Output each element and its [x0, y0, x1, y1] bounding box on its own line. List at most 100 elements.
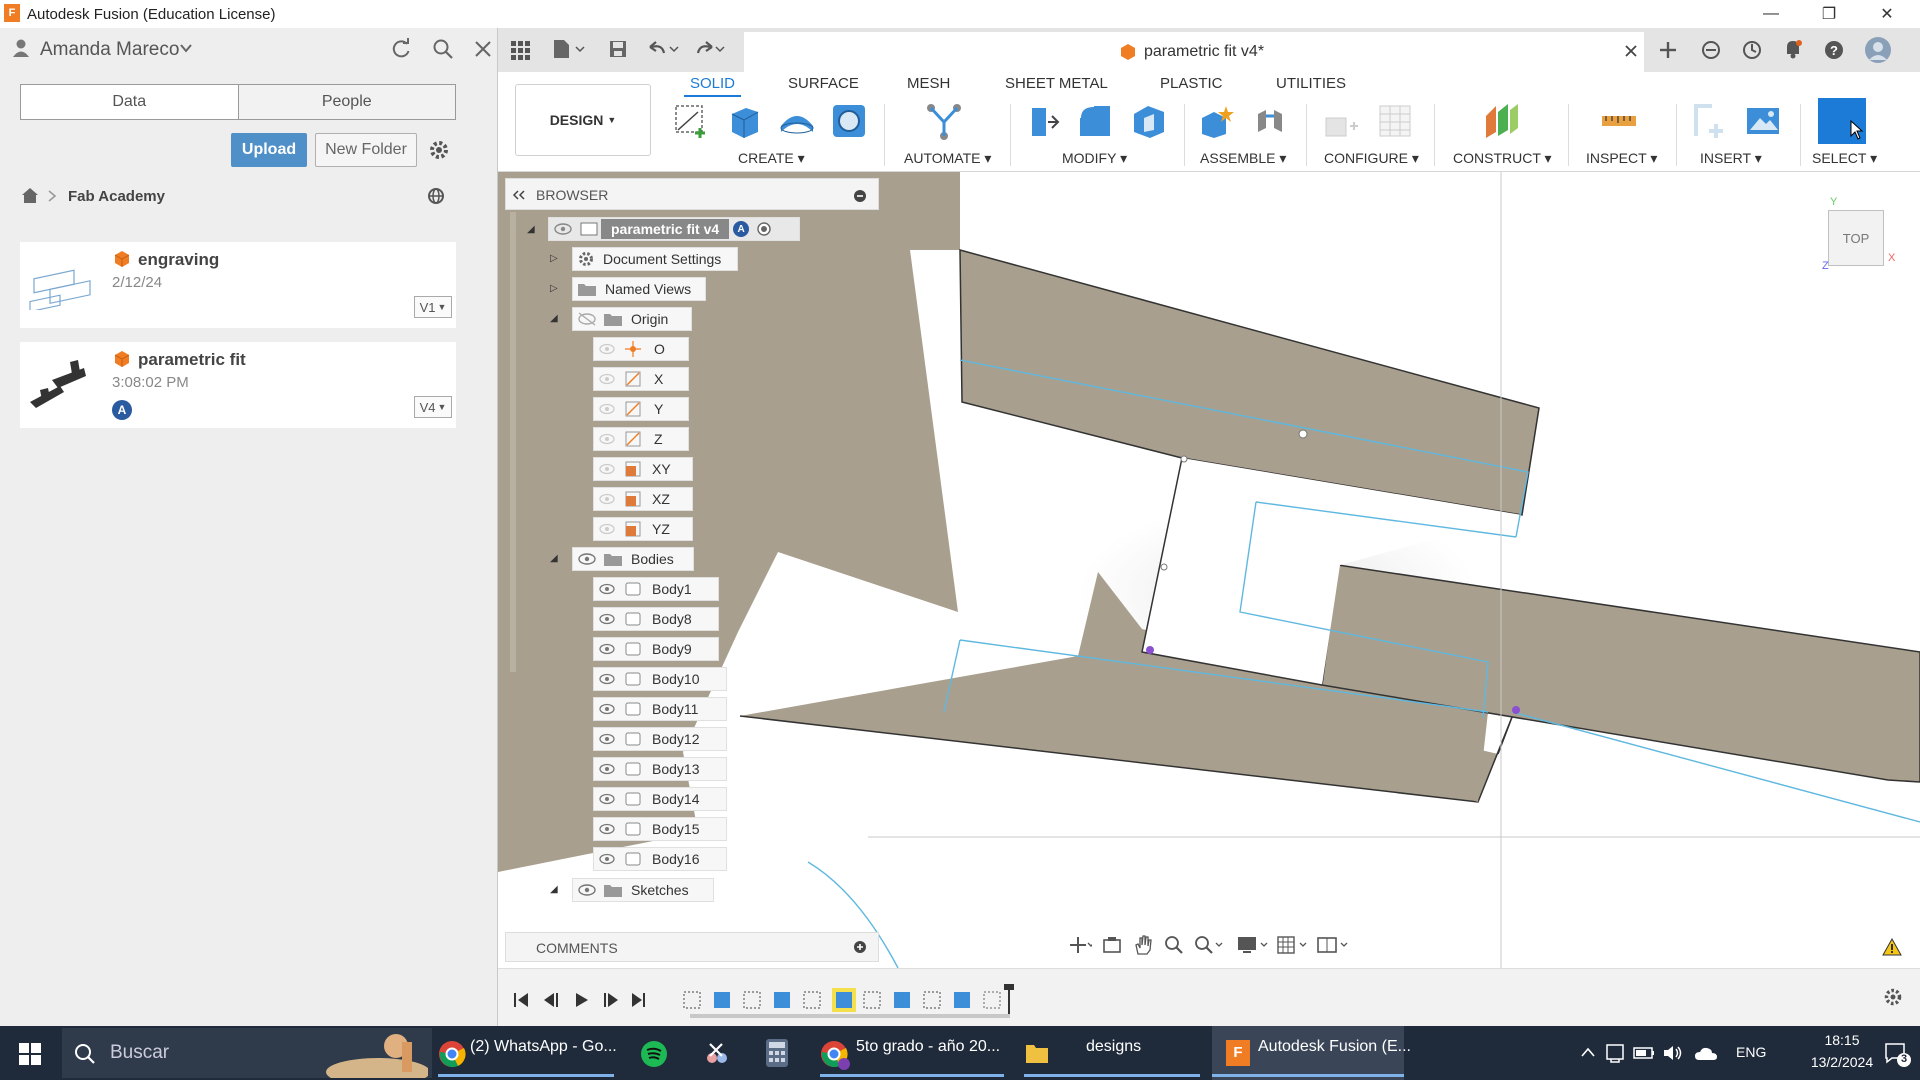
expand-icon[interactable]: ▷ — [550, 253, 558, 264]
automate-icon[interactable] — [925, 102, 963, 140]
clock-time[interactable]: 18:15 — [1810, 1032, 1874, 1048]
measure-icon[interactable] — [1600, 102, 1638, 140]
minimize-panel-icon[interactable] — [853, 189, 867, 203]
eye-icon[interactable] — [598, 433, 616, 445]
sketches-folder-node[interactable]: Sketches — [572, 878, 714, 902]
insert-derive-icon[interactable] — [1692, 102, 1730, 140]
tab-solid[interactable]: SOLID — [683, 75, 742, 97]
press-pull-icon[interactable] — [1022, 102, 1060, 140]
onedrive-cloud-icon[interactable] — [1694, 1044, 1718, 1062]
body-item[interactable]: Body13 — [593, 757, 727, 781]
origin-item[interactable]: XY — [593, 457, 693, 481]
body-main[interactable] — [498, 172, 960, 872]
home-icon[interactable] — [20, 186, 40, 204]
taskbar-item-designs[interactable]: designs — [1086, 1038, 1141, 1056]
pan-hand-icon[interactable] — [1132, 934, 1154, 956]
joint-icon[interactable] — [1252, 102, 1290, 140]
restore-icon[interactable]: ❐ — [1800, 0, 1858, 28]
collapse-icon[interactable]: ◢ — [550, 313, 558, 324]
configure-icon[interactable] — [1322, 102, 1360, 140]
origin-item[interactable]: X — [593, 367, 689, 391]
tab-mesh[interactable]: MESH — [907, 75, 950, 92]
spotify-icon[interactable] — [640, 1040, 668, 1068]
eye-icon[interactable] — [598, 733, 616, 745]
snipping-tool-icon[interactable] — [702, 1040, 730, 1068]
new-component-icon[interactable] — [1198, 102, 1236, 140]
eye-hidden-icon[interactable] — [577, 312, 597, 326]
undo-icon[interactable] — [648, 39, 682, 59]
eye-icon[interactable] — [598, 583, 616, 595]
expand-icon[interactable]: ◢ — [527, 224, 535, 235]
group-assemble[interactable]: ASSEMBLE ▾ — [1200, 150, 1286, 167]
notifications-bell-icon[interactable] — [1782, 38, 1804, 60]
minimize-icon[interactable]: — — [1742, 0, 1800, 28]
search-icon[interactable] — [432, 38, 454, 60]
upload-button[interactable]: Upload — [231, 133, 307, 167]
collapse-left-icon[interactable] — [512, 190, 526, 200]
origin-item[interactable]: Z — [593, 427, 689, 451]
workspace-selector[interactable]: DESIGN ▼ — [515, 84, 651, 156]
breadcrumb[interactable]: Fab Academy — [68, 188, 165, 205]
expand-icon[interactable]: ▷ — [550, 283, 558, 294]
eye-icon[interactable] — [598, 463, 616, 475]
body-item[interactable]: Body16 — [593, 847, 727, 871]
windows-start-icon[interactable] — [18, 1042, 42, 1066]
profile-avatar-icon[interactable] — [1864, 36, 1892, 64]
eye-icon[interactable] — [598, 793, 616, 805]
body-item[interactable]: Body9 — [593, 637, 719, 661]
timeline-settings-gear-icon[interactable] — [1882, 986, 1904, 1008]
eye-icon[interactable] — [598, 763, 616, 775]
orbit-icon[interactable] — [1068, 935, 1092, 955]
collapse-icon[interactable]: ◢ — [550, 884, 558, 895]
tab-people[interactable]: People — [237, 85, 455, 119]
eye-icon[interactable] — [577, 883, 597, 897]
browser-root-node[interactable]: parametric fit v4 A — [548, 217, 800, 241]
body-item[interactable]: Body8 — [593, 607, 719, 631]
extrude-icon[interactable] — [726, 102, 764, 140]
redo-icon[interactable] — [694, 39, 728, 59]
origin-item[interactable]: Y — [593, 397, 689, 421]
taskbar-item-fusion[interactable]: Autodesk Fusion (E... — [1258, 1038, 1411, 1056]
globe-settings-icon[interactable] — [426, 186, 448, 208]
eye-icon[interactable] — [598, 613, 616, 625]
display-settings-icon[interactable] — [1236, 935, 1272, 955]
offset-plane-icon[interactable] — [1482, 102, 1520, 140]
close-window-icon[interactable]: ✕ — [1858, 0, 1916, 28]
group-modify[interactable]: MODIFY ▾ — [1062, 150, 1127, 167]
timeline-features[interactable] — [680, 982, 1020, 1022]
gear-icon[interactable] — [427, 138, 451, 162]
sketch-point[interactable] — [1180, 455, 1188, 463]
group-select[interactable]: SELECT ▾ — [1812, 150, 1877, 167]
grid-apps-icon[interactable] — [510, 40, 530, 60]
shell-icon[interactable] — [1130, 102, 1168, 140]
sketch-point-selected[interactable] — [1146, 646, 1154, 654]
origin-node[interactable]: Origin — [572, 307, 692, 331]
group-create[interactable]: CREATE ▾ — [738, 150, 805, 167]
revolve-icon[interactable] — [778, 102, 816, 140]
zoom-icon[interactable] — [1164, 935, 1184, 955]
file-menu-icon[interactable] — [552, 38, 586, 60]
body-item[interactable]: Body10 — [593, 667, 727, 691]
body-item[interactable]: Body11 — [593, 697, 727, 721]
close-panel-icon[interactable] — [474, 40, 492, 58]
bodies-folder-node[interactable]: Bodies — [572, 547, 694, 571]
warning-icon[interactable] — [1882, 938, 1902, 956]
job-status-icon[interactable] — [1741, 39, 1763, 61]
close-tab-icon[interactable] — [1624, 44, 1638, 58]
taskbar-item-5to-grado[interactable]: 5to grado - año 20... — [856, 1038, 1000, 1056]
language-indicator[interactable]: ENG — [1736, 1044, 1766, 1060]
eye-icon[interactable] — [553, 222, 573, 236]
network-ethernet-icon[interactable] — [1604, 1042, 1626, 1064]
eye-icon[interactable] — [598, 403, 616, 415]
body-item[interactable]: Body15 — [593, 817, 727, 841]
eye-icon[interactable] — [577, 552, 597, 566]
viewports-icon[interactable] — [1316, 935, 1352, 955]
save-icon[interactable] — [608, 39, 628, 59]
named-views-node[interactable]: Named Views — [572, 277, 706, 301]
eye-icon[interactable] — [598, 703, 616, 715]
create-sketch-icon[interactable] — [672, 102, 710, 140]
body-item[interactable]: Body1 — [593, 577, 719, 601]
chevron-up-icon[interactable] — [1580, 1046, 1596, 1058]
chevron-down-icon[interactable] — [180, 43, 192, 53]
body-item[interactable]: Body12 — [593, 727, 727, 751]
